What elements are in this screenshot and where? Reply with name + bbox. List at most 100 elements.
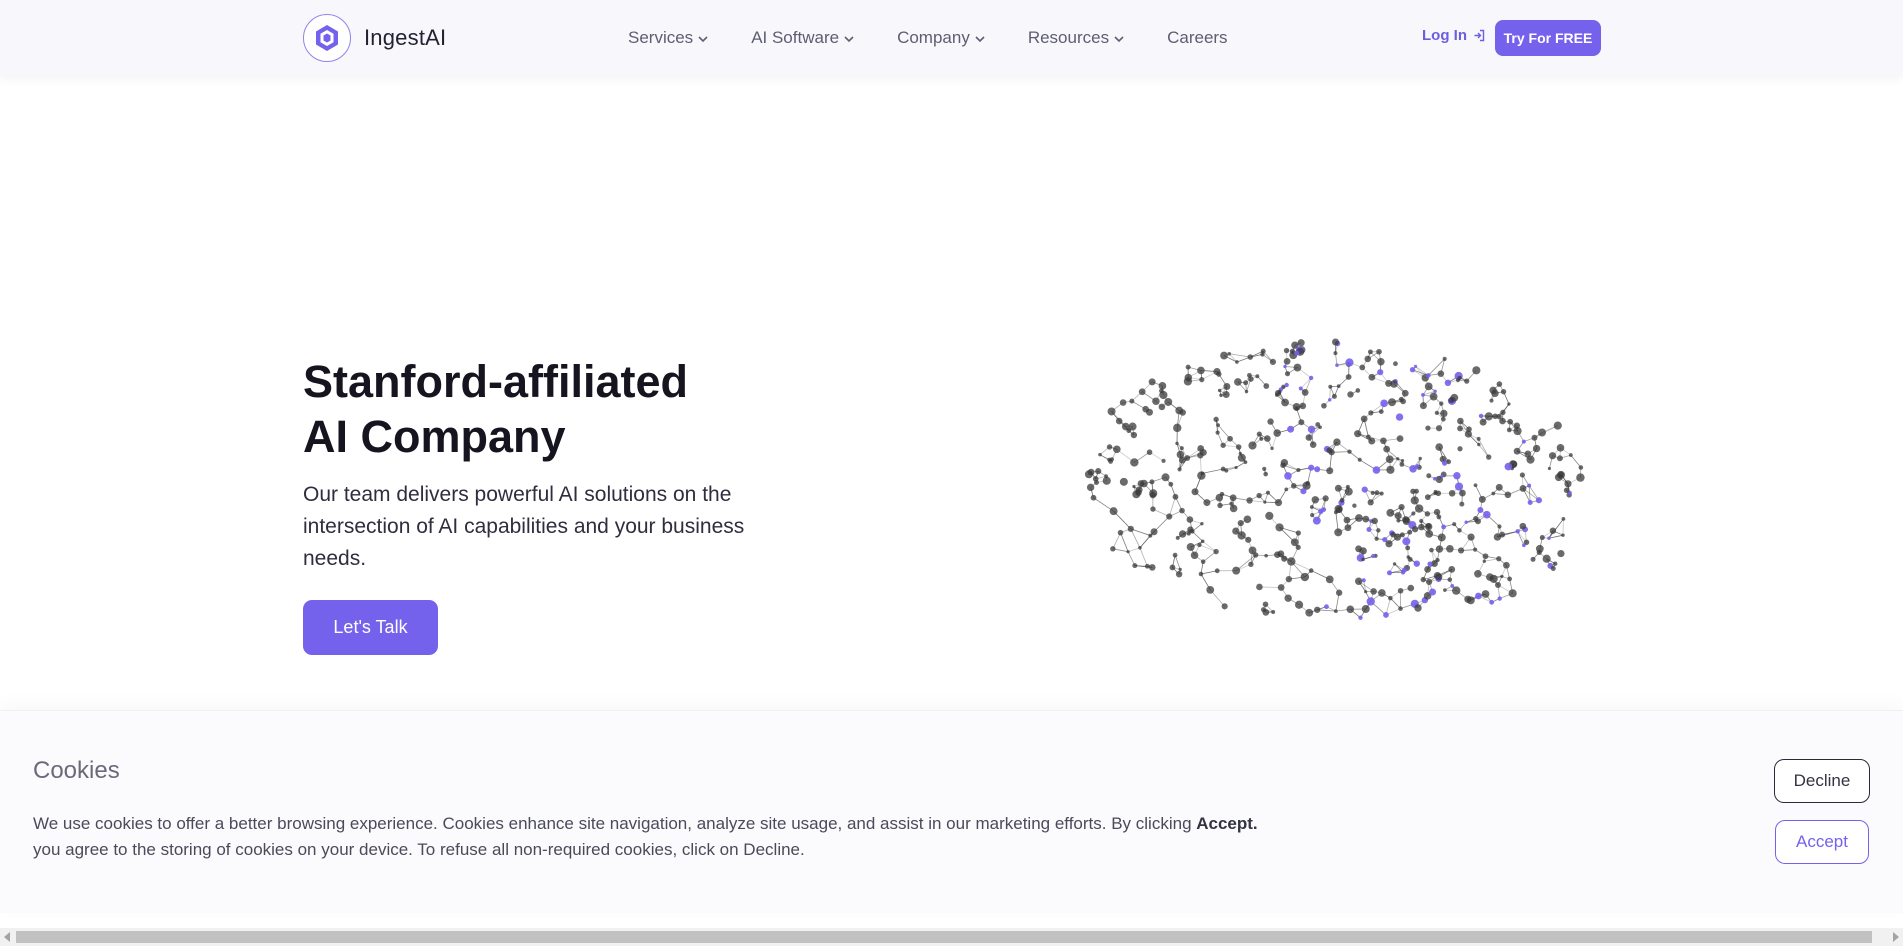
network-node [1297, 339, 1305, 347]
decline-button[interactable]: Decline [1774, 759, 1870, 803]
network-node [1383, 445, 1391, 453]
network-node [1366, 597, 1375, 606]
network-node [1345, 484, 1350, 489]
network-node [1492, 413, 1498, 420]
network-node [1426, 578, 1433, 586]
try-for-free-button[interactable]: Try For FREE [1495, 20, 1601, 56]
scroll-left-arrow-icon[interactable] [4, 932, 10, 942]
network-node [1227, 435, 1233, 442]
network-node [1393, 361, 1398, 367]
network-node [1144, 563, 1150, 569]
network-node [1265, 490, 1270, 495]
network-node [1334, 484, 1342, 492]
brand-logo[interactable]: IngestAI [303, 14, 446, 62]
network-node [1380, 437, 1387, 445]
network-node [1352, 503, 1357, 508]
network-node [1333, 510, 1338, 515]
neural-network-brain-graphic [1084, 338, 1585, 620]
scrollbar-thumb[interactable] [16, 931, 1872, 943]
network-node [1407, 584, 1415, 592]
network-node [1206, 585, 1215, 594]
network-node [1248, 376, 1254, 382]
network-node [1440, 474, 1444, 478]
network-node [1538, 428, 1547, 437]
network-node [1256, 583, 1263, 591]
nav-item-company[interactable]: Company [897, 28, 986, 48]
network-edge [1478, 438, 1490, 458]
network-node [1455, 378, 1461, 383]
network-node [1433, 508, 1441, 516]
network-node [1186, 516, 1194, 523]
network-node [1298, 386, 1303, 391]
network-node [1390, 531, 1397, 538]
network-node [1473, 483, 1478, 488]
network-node [1437, 370, 1445, 377]
lets-talk-button[interactable]: Let's Talk [303, 600, 438, 655]
network-node [1290, 538, 1299, 547]
network-node [1494, 582, 1501, 589]
network-node [1333, 351, 1338, 356]
network-node [1110, 546, 1116, 552]
network-node [1550, 566, 1556, 572]
network-node [1284, 371, 1291, 377]
network-node [1308, 568, 1314, 573]
network-node [1328, 449, 1335, 456]
network-node [1536, 549, 1542, 556]
network-node [1504, 491, 1512, 499]
cookie-text-part-1: We use cookies to offer a better browsin… [33, 814, 1197, 833]
network-node [1269, 358, 1277, 366]
login-link[interactable]: Log In [1422, 27, 1486, 44]
network-node [1220, 442, 1226, 448]
nav-item-services[interactable]: Services [628, 28, 709, 48]
network-node [1161, 473, 1170, 482]
network-node [1339, 497, 1345, 503]
network-node [1135, 489, 1142, 496]
network-node [1450, 393, 1459, 402]
network-node [1164, 397, 1173, 406]
nav-item-resources[interactable]: Resources [1028, 28, 1125, 48]
network-node [1414, 604, 1422, 612]
network-node [1159, 388, 1164, 394]
network-node [1347, 391, 1354, 398]
network-node [1508, 589, 1517, 598]
network-node [1478, 413, 1484, 419]
network-node [1491, 491, 1496, 496]
network-node [1283, 364, 1287, 369]
network-node [1274, 551, 1281, 558]
network-node [1398, 396, 1404, 402]
network-node [1486, 454, 1492, 460]
network-node [1161, 458, 1166, 463]
network-node [1556, 444, 1565, 452]
network-node [1243, 380, 1249, 386]
network-node [1355, 545, 1362, 553]
nav-item-careers[interactable]: Careers [1167, 28, 1227, 48]
cookie-text-accept-word: Accept. [1196, 814, 1258, 833]
network-node [1307, 425, 1316, 434]
network-node [1246, 497, 1253, 504]
network-node [1259, 436, 1264, 441]
network-node [1200, 522, 1204, 526]
network-node [1483, 510, 1491, 519]
network-node [1344, 524, 1352, 532]
network-node [1478, 495, 1486, 503]
network-node [1457, 547, 1465, 554]
network-node [1185, 364, 1191, 370]
network-node [1267, 418, 1274, 425]
network-node [1262, 466, 1267, 471]
site-header: IngestAI Services AI Software Company Re… [0, 0, 1903, 76]
network-node [1265, 511, 1274, 520]
network-node [1262, 601, 1269, 608]
horizontal-scrollbar[interactable] [0, 928, 1903, 946]
nav-item-ai-software[interactable]: AI Software [751, 28, 855, 48]
network-node [1296, 467, 1301, 473]
network-node [1318, 425, 1322, 429]
network-node [1333, 438, 1341, 446]
network-node [1354, 577, 1363, 585]
network-node [1179, 446, 1184, 451]
network-node [1361, 486, 1368, 493]
network-node [1300, 572, 1310, 582]
network-node [1411, 525, 1419, 533]
accept-button[interactable]: Accept [1775, 820, 1869, 864]
scroll-right-arrow-icon[interactable] [1893, 932, 1899, 942]
network-node [1284, 594, 1292, 602]
